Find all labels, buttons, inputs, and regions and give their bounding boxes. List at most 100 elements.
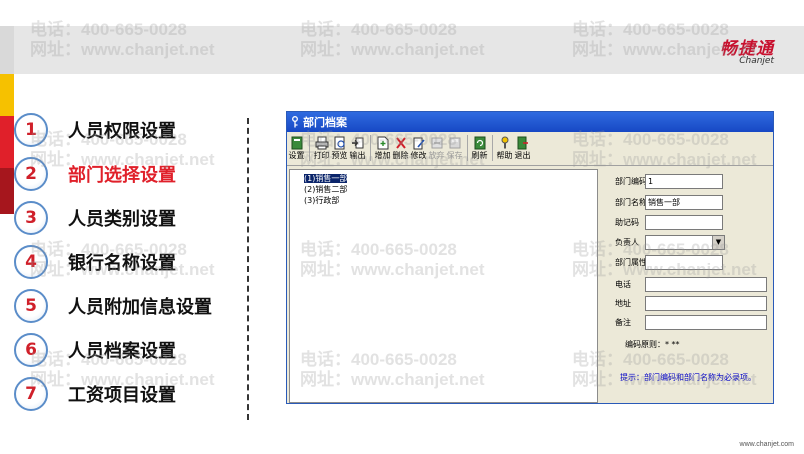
toolbar-label: 修改 — [410, 151, 427, 160]
toolbar-label: 保存 — [446, 151, 463, 160]
refresh-icon — [473, 135, 487, 151]
address-field[interactable] — [645, 296, 767, 311]
delete-icon — [394, 135, 408, 151]
attribute-label: 部门属性 — [615, 258, 647, 267]
dashed-divider — [247, 118, 249, 420]
dept-code-label: 部门编码 — [615, 177, 647, 186]
window-toolbar: 设置 打印 预览 输出 增加 删除 修改 放弃 保存 刷新 帮助 退出 — [287, 132, 773, 166]
tree-item-label: (3)行政部 — [304, 196, 340, 205]
number-badge: 2 — [14, 157, 48, 191]
toolbar-separator — [309, 135, 310, 161]
number-badge: 6 — [14, 333, 48, 367]
number-badge: 7 — [14, 377, 48, 411]
phone-field[interactable] — [645, 277, 767, 292]
mnemonic-row: 助记码 — [615, 215, 723, 230]
remark-field[interactable] — [645, 315, 767, 330]
toolbar-label: 设置 — [288, 151, 305, 160]
dropdown-icon[interactable]: ▼ — [712, 236, 724, 249]
settings-icon — [290, 135, 304, 151]
dept-name-label: 部门名称 — [615, 198, 647, 207]
remark-label: 备注 — [615, 318, 631, 327]
remark-row: 备注 — [615, 315, 767, 330]
save-button[interactable]: 保存 — [446, 135, 463, 161]
address-row: 地址 — [615, 296, 767, 311]
menu-item-personnel-category[interactable]: 3 人员类别设置 — [14, 200, 244, 236]
toolbar-separator — [370, 135, 371, 161]
preview-button[interactable]: 预览 — [331, 135, 348, 161]
print-button[interactable]: 打印 — [313, 135, 330, 161]
toolbar-label: 退出 — [514, 151, 531, 160]
edit-button[interactable]: 修改 — [410, 135, 427, 161]
number-badge: 3 — [14, 201, 48, 235]
delete-button[interactable]: 删除 — [392, 135, 409, 161]
form-tip: 提示：部门编码和部门名称为必录项。 — [620, 373, 756, 382]
dept-form: 部门编码 1 部门名称 销售一部 助记码 负责人 ▼ 部门属性 电话 地址 备注… — [607, 169, 773, 403]
number-badge: 4 — [14, 245, 48, 279]
toolbar-label: 帮助 — [496, 151, 513, 160]
footer-url: www.chanjet.com — [739, 441, 794, 448]
discard-button[interactable]: 放弃 — [428, 135, 445, 161]
export-button[interactable]: 输出 — [349, 135, 366, 161]
number-badge: 1 — [14, 113, 48, 147]
exit-icon — [516, 135, 530, 151]
menu-item-label: 人员附加信息设置 — [68, 297, 212, 318]
toolbar-label: 增加 — [374, 151, 391, 160]
add-icon — [376, 135, 390, 151]
attribute-row: 部门属性 — [615, 255, 723, 270]
number-badge: 5 — [14, 289, 48, 323]
toolbar-label: 输出 — [349, 151, 366, 160]
manager-row: 负责人 ▼ — [615, 235, 725, 250]
dept-name-row: 部门名称 销售一部 — [615, 195, 723, 210]
menu-item-label: 银行名称设置 — [68, 253, 176, 274]
print-icon — [315, 135, 329, 151]
edit-icon — [412, 135, 426, 151]
add-button[interactable]: 增加 — [374, 135, 391, 161]
save-icon — [448, 135, 462, 151]
tree-item[interactable]: (2)销售二部 — [304, 185, 347, 195]
menu-item-label: 部门选择设置 — [68, 165, 176, 186]
export-icon — [351, 135, 365, 151]
menu-item-salary-items[interactable]: 7 工资项目设置 — [14, 376, 244, 412]
accent-strip-yellow — [0, 74, 14, 116]
menu-item-dept-selection[interactable]: 2 部门选择设置 — [14, 156, 244, 192]
dept-archive-window: 部门档案 设置 打印 预览 输出 增加 删除 修改 放弃 保存 刷新 帮助 退出… — [286, 111, 774, 404]
dept-tree: (1)销售一部 (2)销售二部 (3)行政部 — [289, 169, 598, 403]
address-label: 地址 — [615, 299, 631, 308]
menu-item-label: 人员类别设置 — [68, 209, 176, 230]
menu-item-bank-name[interactable]: 4 银行名称设置 — [14, 244, 244, 280]
attribute-field[interactable] — [645, 255, 723, 270]
settings-button[interactable]: 设置 — [288, 135, 305, 161]
dept-code-field[interactable]: 1 — [645, 174, 723, 189]
refresh-button[interactable]: 刷新 — [471, 135, 488, 161]
accent-strip-gray — [0, 26, 14, 74]
dept-code-row: 部门编码 1 — [615, 174, 723, 189]
brand-logo: 畅捷通 Chanjet — [720, 34, 774, 66]
header-band — [0, 26, 804, 74]
window-title: 部门档案 — [303, 116, 347, 129]
key-icon — [292, 116, 298, 128]
menu-item-additional-info[interactable]: 5 人员附加信息设置 — [14, 288, 244, 324]
manager-label: 负责人 — [615, 238, 639, 247]
accent-strip-darkred — [0, 168, 14, 214]
tree-item-label: (1)销售一部 — [304, 174, 348, 183]
tree-item-label: (2)销售二部 — [304, 185, 348, 194]
mnemonic-field[interactable] — [645, 215, 723, 230]
menu-item-personnel-files[interactable]: 6 人员档案设置 — [14, 332, 244, 368]
help-icon — [498, 135, 512, 151]
slide: 畅捷通 Chanjet 1 人员权限设置 2 部门选择设置 3 人员类别设置 4… — [0, 0, 804, 454]
tree-item[interactable]: (3)行政部 — [304, 196, 339, 206]
help-button[interactable]: 帮助 — [496, 135, 513, 161]
manager-select[interactable]: ▼ — [645, 235, 725, 250]
toolbar-separator — [467, 135, 468, 161]
menu-item-user-permissions[interactable]: 1 人员权限设置 — [14, 112, 244, 148]
toolbar-label: 刷新 — [471, 151, 488, 160]
dept-name-field[interactable]: 销售一部 — [645, 195, 723, 210]
mnemonic-label: 助记码 — [615, 218, 639, 227]
tree-item[interactable]: (1)销售一部 — [304, 174, 348, 184]
discard-icon — [430, 135, 444, 151]
code-rule: 编码原则：* ** — [625, 340, 680, 349]
exit-button[interactable]: 退出 — [514, 135, 531, 161]
phone-row: 电话 — [615, 277, 767, 292]
toolbar-label: 删除 — [392, 151, 409, 160]
toolbar-separator — [492, 135, 493, 161]
